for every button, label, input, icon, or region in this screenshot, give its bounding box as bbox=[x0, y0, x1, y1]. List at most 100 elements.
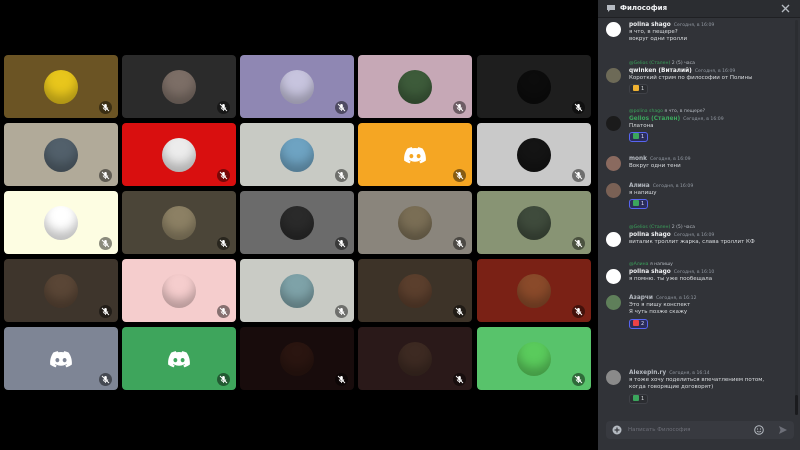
timestamp: Сегодня, в 16:09 bbox=[683, 117, 724, 122]
participant-tile[interactable] bbox=[4, 191, 118, 254]
participant-tile[interactable] bbox=[122, 191, 236, 254]
mic-muted-icon bbox=[99, 101, 112, 114]
reply-author: @Gelios (Стален) bbox=[629, 225, 672, 230]
reaction-pill[interactable]: 1 bbox=[629, 199, 649, 210]
participant-avatar bbox=[517, 205, 551, 240]
author-name[interactable]: Gelios (Стален) bbox=[629, 116, 680, 122]
avatar[interactable] bbox=[606, 68, 621, 83]
reaction-emoji-icon bbox=[633, 133, 639, 140]
reaction-pill[interactable]: 1 bbox=[629, 84, 649, 95]
avatar[interactable] bbox=[606, 269, 621, 284]
message-header: monk Сегодня, в 16:09 bbox=[629, 156, 794, 163]
participant-avatar bbox=[280, 137, 314, 172]
participant-tile[interactable] bbox=[4, 327, 118, 390]
participant-tile[interactable] bbox=[4, 55, 118, 118]
timestamp: Сегодня, в 16:09 bbox=[650, 157, 691, 162]
message-input[interactable] bbox=[628, 424, 738, 436]
author-name[interactable]: Азарчи bbox=[629, 295, 653, 301]
avatar[interactable] bbox=[606, 156, 621, 171]
participant-tile[interactable] bbox=[240, 259, 354, 322]
reply-preview[interactable]: @Gelios (Стален) 2 (5) часа bbox=[629, 60, 695, 67]
participant-avatar bbox=[398, 205, 432, 240]
mic-muted-icon bbox=[453, 373, 466, 386]
timestamp: Сегодня, в 16:09 bbox=[673, 23, 715, 28]
author-name[interactable]: polina shago bbox=[629, 269, 671, 275]
participant-tile[interactable] bbox=[358, 123, 472, 186]
participant-tile[interactable] bbox=[358, 191, 472, 254]
message-text: я напишу bbox=[629, 190, 657, 197]
participant-tile[interactable] bbox=[240, 191, 354, 254]
reply-preview[interactable]: @Gelios (Стален) 2 (5) часа bbox=[629, 224, 695, 231]
reply-author: @Алина bbox=[629, 262, 650, 267]
participant-avatar bbox=[398, 69, 432, 104]
participant-avatar bbox=[280, 205, 314, 240]
author-name[interactable]: qwinken (Виталий) bbox=[629, 68, 692, 74]
reaction-emoji-icon bbox=[633, 319, 639, 326]
reply-preview[interactable]: @Алина я напишу bbox=[629, 261, 673, 268]
mic-muted-icon bbox=[572, 373, 585, 386]
participant-tile[interactable] bbox=[4, 123, 118, 186]
message-text: когда говорящие договорят) bbox=[629, 384, 714, 391]
chat-scrollbar-thumb[interactable] bbox=[795, 395, 798, 415]
reply-text: я напишу bbox=[649, 262, 673, 267]
close-icon[interactable] bbox=[780, 3, 791, 14]
reaction-pill[interactable]: 1 bbox=[629, 132, 649, 143]
participant-avatar bbox=[162, 205, 196, 240]
participant-tile[interactable] bbox=[240, 55, 354, 118]
author-name[interactable]: Алина bbox=[629, 183, 650, 189]
participant-avatar bbox=[162, 273, 196, 308]
message-text: я тоже хочу поделиться впечатлением пото… bbox=[629, 377, 765, 384]
message-body: Алина Сегодня, в 16:09 я напишу 1 bbox=[629, 183, 794, 210]
participant-tile[interactable] bbox=[122, 123, 236, 186]
reaction-count: 2 bbox=[641, 320, 645, 327]
message-header: polina shago Сегодня, в 16:09 bbox=[629, 22, 794, 29]
participant-tile[interactable] bbox=[122, 259, 236, 322]
participant-avatar bbox=[280, 69, 314, 104]
author-name[interactable]: monk bbox=[629, 156, 647, 162]
mic-muted-icon bbox=[99, 237, 112, 250]
timestamp: Сегодня, в 16:10 bbox=[673, 270, 715, 275]
author-name[interactable]: polina shago bbox=[629, 232, 671, 238]
participant-tile[interactable] bbox=[477, 327, 591, 390]
reaction-pill[interactable]: 2 bbox=[629, 318, 649, 329]
avatar[interactable] bbox=[606, 116, 621, 131]
reactions-row: 1 bbox=[629, 199, 794, 210]
reply-preview[interactable]: @polina shago я что, в пещере? bbox=[629, 108, 705, 115]
participant-tile[interactable] bbox=[477, 259, 591, 322]
avatar[interactable] bbox=[606, 370, 621, 385]
avatar[interactable] bbox=[606, 22, 621, 37]
chat-header: Философия bbox=[598, 0, 800, 18]
discord-logo-icon bbox=[168, 350, 190, 368]
timestamp: Сегодня, в 16:12 bbox=[655, 296, 697, 301]
participant-tile[interactable] bbox=[358, 327, 472, 390]
avatar[interactable] bbox=[606, 183, 621, 198]
send-icon[interactable] bbox=[778, 425, 788, 435]
app-stage: Философия polina shago Сегодня, в 16:09 я … bbox=[0, 0, 800, 450]
participant-avatar bbox=[44, 205, 78, 240]
mic-muted-icon bbox=[99, 305, 112, 318]
add-attachment-icon[interactable] bbox=[612, 425, 622, 435]
participant-avatar bbox=[398, 341, 432, 376]
participant-tile[interactable] bbox=[477, 191, 591, 254]
participant-tile[interactable] bbox=[122, 55, 236, 118]
avatar[interactable] bbox=[606, 232, 621, 247]
participant-tile[interactable] bbox=[4, 259, 118, 322]
message-text: Я чуть позже скажу bbox=[629, 309, 688, 316]
participant-tile[interactable] bbox=[477, 123, 591, 186]
chat-scrollbar-track[interactable] bbox=[795, 20, 798, 415]
mic-muted-icon bbox=[335, 373, 348, 386]
author-name[interactable]: polina shago bbox=[629, 22, 671, 28]
participant-tile[interactable] bbox=[358, 55, 472, 118]
text-chat-panel: Философия polina shago Сегодня, в 16:09 я … bbox=[598, 0, 800, 450]
mic-muted-icon bbox=[217, 237, 230, 250]
author-name[interactable]: Alexepin.rу bbox=[629, 370, 666, 376]
emoji-picker-icon[interactable] bbox=[754, 425, 764, 435]
mic-muted-icon bbox=[217, 101, 230, 114]
participant-tile[interactable] bbox=[358, 259, 472, 322]
avatar[interactable] bbox=[606, 295, 621, 310]
participant-tile[interactable] bbox=[477, 55, 591, 118]
participant-tile[interactable] bbox=[240, 327, 354, 390]
participant-tile[interactable] bbox=[240, 123, 354, 186]
participant-tile[interactable] bbox=[122, 327, 236, 390]
reaction-pill[interactable]: 1 bbox=[629, 393, 649, 404]
